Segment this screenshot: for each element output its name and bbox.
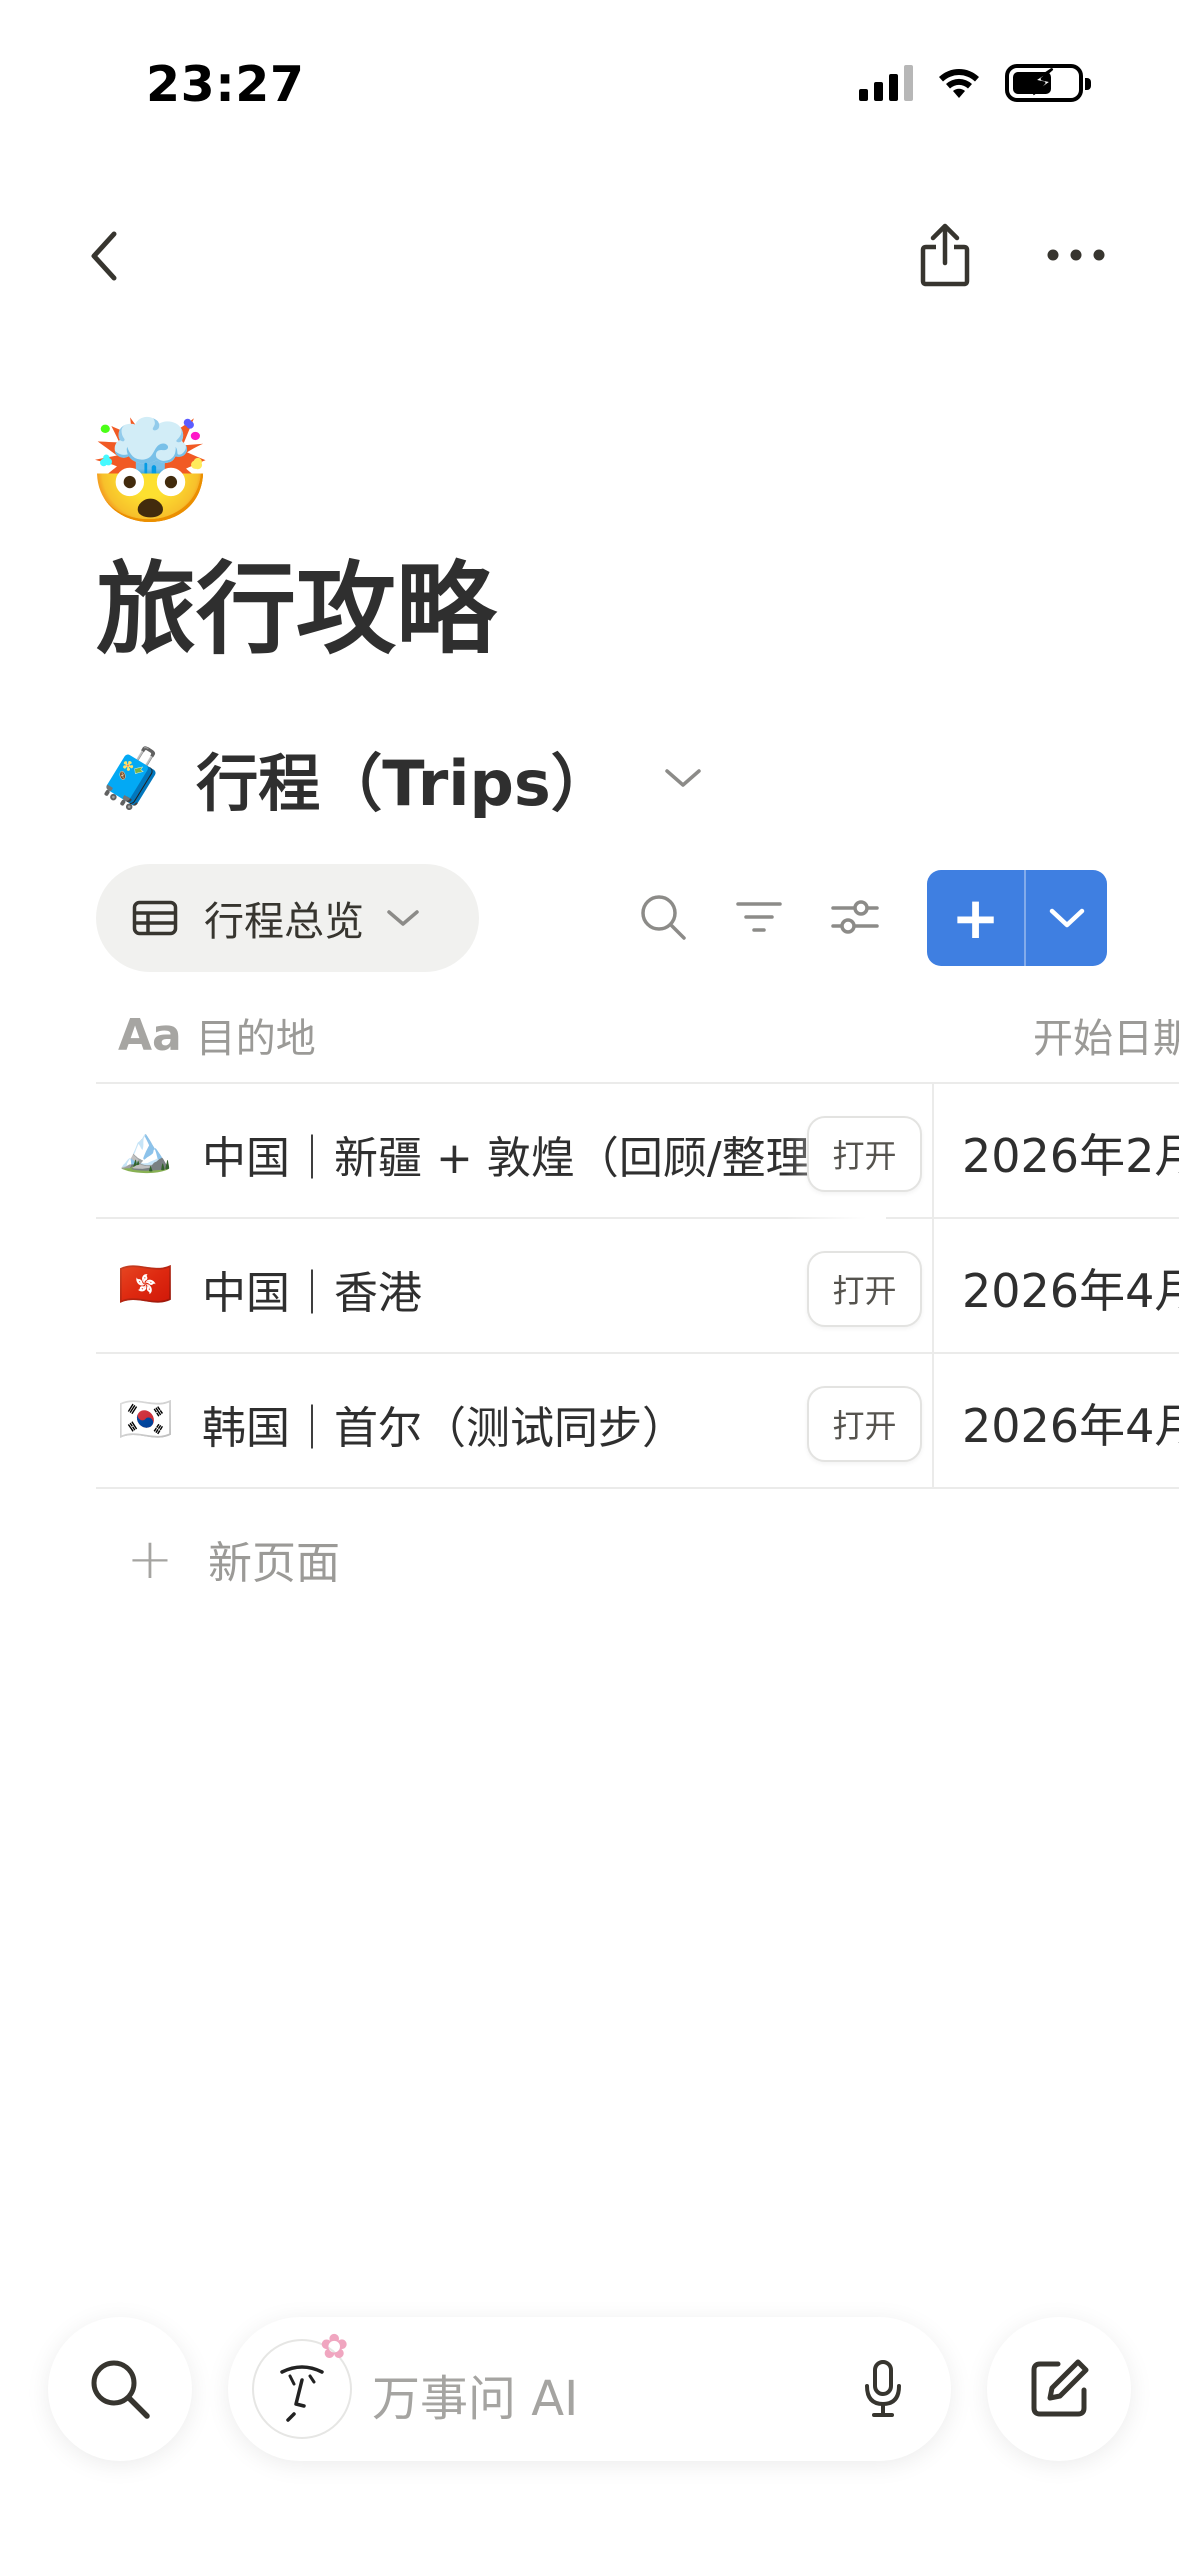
database-table: Aa 目的地 开始日期 🏔️ 中国｜新疆 + 敦煌（回顾/整理） 打开 2026… [96, 984, 1179, 1629]
row-name: 中国｜新疆 + 敦煌（回顾/整理） [202, 1133, 854, 1184]
column-name-label: 目的地 [195, 1016, 316, 1062]
database-toggle[interactable] [663, 766, 703, 790]
name-cell[interactable]: 🏔️ 中国｜新疆 + 敦煌（回顾/整理） 打开 [96, 1084, 934, 1219]
settings-sliders-icon [831, 900, 879, 934]
row-name: 中国｜香港 [202, 1268, 422, 1319]
name-cell[interactable]: 🇭🇰 中国｜香港 打开 [96, 1219, 934, 1354]
share-icon [920, 223, 970, 287]
status-bar: 23:27 ⚡ [0, 0, 1179, 150]
ai-placeholder: 万事问 AI [372, 2371, 579, 2427]
database-toolbar: 行程总览 + [0, 864, 1179, 972]
date-cell[interactable]: 2026年4月 [962, 1255, 1179, 1321]
bottom-bar: ✿ 万事问 AI [0, 2290, 1179, 2490]
chevron-left-icon [91, 231, 117, 281]
chevron-down-icon [387, 910, 419, 926]
row-icon: 🇰🇷 [118, 1394, 173, 1445]
new-page-button[interactable]: + 新页面 [96, 1489, 1179, 1629]
chevron-down-icon [665, 769, 701, 787]
flower-icon: ✿ [320, 2327, 349, 2367]
view-settings-button[interactable] [822, 884, 888, 950]
back-button[interactable] [74, 226, 134, 286]
database-title[interactable]: 行程（Trips） [196, 733, 613, 823]
more-button[interactable] [1040, 220, 1112, 290]
table-header: Aa 目的地 开始日期 [96, 984, 1179, 1084]
wifi-icon [939, 69, 979, 98]
view-selector[interactable]: 行程总览 [96, 864, 479, 972]
column-header-date[interactable]: 开始日期 [1033, 1006, 1179, 1064]
column-header-name[interactable]: Aa 目的地 [118, 1006, 316, 1064]
suitcase-icon: 🧳 [96, 743, 169, 812]
open-button[interactable]: 打开 [807, 1386, 922, 1462]
nav-bar [0, 200, 1179, 310]
open-button[interactable]: 打开 [807, 1251, 922, 1327]
new-entry-plus[interactable]: + [927, 870, 1024, 966]
new-page-label: 新页面 [208, 1538, 340, 1589]
table-row[interactable]: 🇰🇷 韩国｜首尔（测试同步） 打开 2026年4月 [96, 1354, 1179, 1489]
new-entry-button[interactable]: + [927, 870, 1107, 966]
ai-input[interactable]: ✿ 万事问 AI [228, 2317, 951, 2461]
new-entry-menu[interactable] [1026, 870, 1107, 966]
table-row[interactable]: 🇭🇰 中国｜香港 打开 2026年4月 [96, 1219, 1179, 1354]
compose-button[interactable] [987, 2317, 1131, 2461]
view-label: 行程总览 [204, 899, 364, 945]
status-icons: ⚡ [859, 63, 1091, 103]
open-button[interactable]: 打开 [807, 1116, 922, 1192]
search-icon [641, 895, 686, 940]
filter-button[interactable] [726, 884, 792, 950]
microphone-icon [865, 2360, 901, 2417]
date-cell[interactable]: 2026年4月 [962, 1390, 1179, 1456]
status-time: 23:27 [146, 56, 305, 113]
compose-icon [1031, 2359, 1089, 2417]
filter-icon [736, 902, 782, 932]
search-icon [91, 2360, 150, 2419]
row-icon: 🏔️ [118, 1124, 173, 1175]
global-search-button[interactable] [48, 2317, 192, 2461]
battery-icon: ⚡ [1005, 63, 1091, 103]
database-heading[interactable]: 🧳 行程（Trips） [96, 730, 703, 826]
name-cell[interactable]: 🇰🇷 韩国｜首尔（测试同步） 打开 [96, 1354, 934, 1489]
share-button[interactable] [910, 220, 980, 290]
date-cell[interactable]: 2026年2月 [962, 1120, 1179, 1186]
table-icon [132, 900, 178, 936]
cellular-signal-icon [859, 65, 913, 101]
search-button[interactable] [630, 884, 696, 950]
more-horizontal-icon [1047, 249, 1105, 261]
row-icon: 🇭🇰 [118, 1259, 173, 1310]
text-property-icon: Aa [118, 1009, 182, 1061]
plus-icon: + [126, 1526, 174, 1592]
row-name: 韩国｜首尔（测试同步） [202, 1403, 686, 1454]
microphone-button[interactable] [848, 2353, 918, 2425]
table-row[interactable]: 🏔️ 中国｜新疆 + 敦煌（回顾/整理） 打开 2026年2月 [96, 1084, 1179, 1219]
chevron-down-icon [1049, 908, 1084, 928]
page-icon[interactable]: 🤯 [88, 412, 213, 532]
page-title[interactable]: 旅行攻略 [96, 548, 496, 672]
